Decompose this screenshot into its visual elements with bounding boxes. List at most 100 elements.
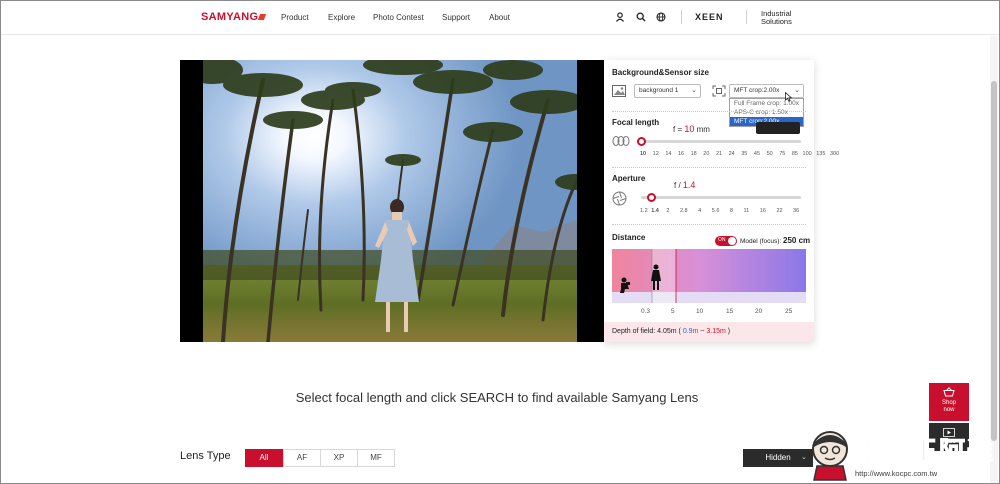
lens-tab-mf[interactable]: MF xyxy=(357,449,395,467)
xeen-link[interactable]: XEEN xyxy=(695,12,724,22)
focal-tick: 24 xyxy=(728,151,735,157)
distance-tick: 20 xyxy=(755,308,763,315)
focal-length-slider[interactable] xyxy=(641,140,801,143)
aperture-slider[interactable] xyxy=(641,196,801,199)
globe-icon[interactable] xyxy=(656,12,666,22)
image-icon xyxy=(612,85,626,97)
sensor-size-select[interactable]: MFT crop:2.00x ⌄ xyxy=(729,84,804,98)
user-icon[interactable] xyxy=(615,12,625,22)
focal-length-value: 10 xyxy=(684,124,695,134)
focal-tick: 16 xyxy=(677,151,685,157)
focal-tick: 85 xyxy=(791,151,798,157)
lens-barrel-icon xyxy=(612,136,630,146)
nav-photo-contest[interactable]: Photo Contest xyxy=(373,13,424,22)
toggle-knob xyxy=(728,237,736,245)
focal-tick: 300 xyxy=(829,151,840,157)
focal-length-title: Focal length xyxy=(612,118,660,127)
focal-tick: 100 xyxy=(802,151,812,157)
chevron-down-icon: ⌄ xyxy=(794,87,800,94)
scrollbar-thumb[interactable] xyxy=(991,81,997,441)
distance-graph[interactable] xyxy=(612,249,806,303)
lens-tab-af[interactable]: AF xyxy=(283,449,321,467)
watermark-url: http://www.kocpc.com.tw xyxy=(855,469,938,478)
logo-text: SAMYANG xyxy=(201,11,259,23)
dof-far-value: 3.15m xyxy=(706,328,726,335)
search-icon[interactable] xyxy=(636,12,646,22)
focal-tick: 18 xyxy=(690,151,697,157)
focal-tick: 21 xyxy=(715,151,723,157)
distance-tick: 15 xyxy=(726,308,734,315)
focal-tick: 35 xyxy=(741,151,748,157)
aperture-tick: 2.8 xyxy=(679,208,688,214)
dof-near-value: 0.9m xyxy=(682,328,699,335)
watermark-mascot-icon xyxy=(812,431,848,481)
background-select-value: background 1 xyxy=(639,87,679,94)
focal-unit: mm xyxy=(694,125,710,134)
focal-length-slider-knob[interactable] xyxy=(637,137,646,146)
background-sensor-title: Background&Sensor size xyxy=(612,68,709,77)
shop-label-line2: now xyxy=(943,407,955,413)
distance-tick: 10 xyxy=(696,308,704,315)
sensor-option-full-frame[interactable]: Full Frame crop: 1.00x xyxy=(730,99,803,108)
aperture-icon xyxy=(612,191,627,206)
site-header: SAMYANG Product Explore Photo Contest Su… xyxy=(1,1,999,35)
chevron-down-icon: ⌄ xyxy=(691,87,697,94)
basket-icon xyxy=(943,387,955,397)
sensor-crop-icon xyxy=(712,85,726,97)
aperture-tick: 8 xyxy=(729,208,733,214)
shop-now-button[interactable]: Shop now xyxy=(929,383,969,421)
depth-of-field-bar: Depth of field: 4.05m ( 0.9m ~ 3.15m ) xyxy=(604,322,814,342)
aperture-readout: f / 1.4 xyxy=(674,180,695,190)
distance-tick: 25 xyxy=(785,308,793,315)
distance-tick: 5 xyxy=(671,308,675,315)
nav-support[interactable]: Support xyxy=(442,13,470,22)
nav-explore[interactable]: Explore xyxy=(328,13,355,22)
section-divider xyxy=(612,167,806,168)
preview-photo xyxy=(203,60,577,342)
watermark-title: 電腦王阿達 xyxy=(854,436,996,467)
aperture-slider-knob[interactable] xyxy=(646,193,656,202)
industrial-solutions-link[interactable]: Industrial Solutions xyxy=(761,10,792,26)
header-divider xyxy=(681,10,682,24)
dof-value: 4.05m xyxy=(657,328,677,335)
samyang-logo[interactable]: SAMYANG xyxy=(201,11,267,23)
aperture-ticks: 1.2 1.4 2 2.8 4 5.6 8 11 16 22 36 xyxy=(640,208,799,214)
focal-tick: 50 xyxy=(766,151,773,157)
model-focus-value: 250 cm xyxy=(783,236,811,245)
shop-label-line1: Shop xyxy=(941,400,956,406)
header-divider xyxy=(746,10,747,24)
focal-length-readout: f = 10 mm xyxy=(673,124,710,134)
lens-tab-all[interactable]: All xyxy=(245,449,283,467)
focal-tick: 75 xyxy=(779,151,786,157)
toggle-text: ON xyxy=(718,237,726,243)
settings-panel: Background&Sensor size background 1 ⌄ MF… xyxy=(604,60,839,342)
focal-tick: 10 xyxy=(640,151,647,157)
aperture-tick: 1.4 xyxy=(651,208,659,214)
distance-tick: 0.3 xyxy=(641,308,651,315)
aperture-tick: 4 xyxy=(698,208,702,214)
focal-tick: 12 xyxy=(652,151,659,157)
focal-length-ticks: 10 12 14 16 18 20 21 24 35 45 50 75 85 1… xyxy=(640,151,839,157)
nav-about[interactable]: About xyxy=(489,13,510,22)
background-select[interactable]: background 1 ⌄ xyxy=(634,84,701,98)
aperture-tick: 11 xyxy=(743,208,750,214)
logo-mark-icon xyxy=(258,14,267,20)
section-divider xyxy=(612,111,806,112)
aperture-tick: 16 xyxy=(759,208,766,214)
lens-tab-xp[interactable]: XP xyxy=(320,449,358,467)
search-button-partial[interactable] xyxy=(756,122,800,134)
sensor-option-aps-c[interactable]: APS-C crop: 1.50x xyxy=(730,108,803,117)
aperture-title: Aperture xyxy=(612,174,646,183)
aperture-value: 1.4 xyxy=(682,180,696,190)
focus-toggle[interactable]: ON xyxy=(715,236,737,246)
focal-prefix: f = xyxy=(673,125,685,134)
lens-simulator-preview xyxy=(180,60,604,342)
distance-title: Distance xyxy=(612,233,646,242)
model-focus-readout: Model (focus): 250 cm xyxy=(740,236,810,245)
aperture-prefix: f / xyxy=(674,181,683,190)
nav-product[interactable]: Product xyxy=(281,13,309,22)
palm-scene-image xyxy=(203,60,577,342)
aperture-tick: 1.2 xyxy=(640,208,648,214)
distance-graph-canvas xyxy=(612,249,806,303)
aperture-tick: 36 xyxy=(793,208,800,214)
